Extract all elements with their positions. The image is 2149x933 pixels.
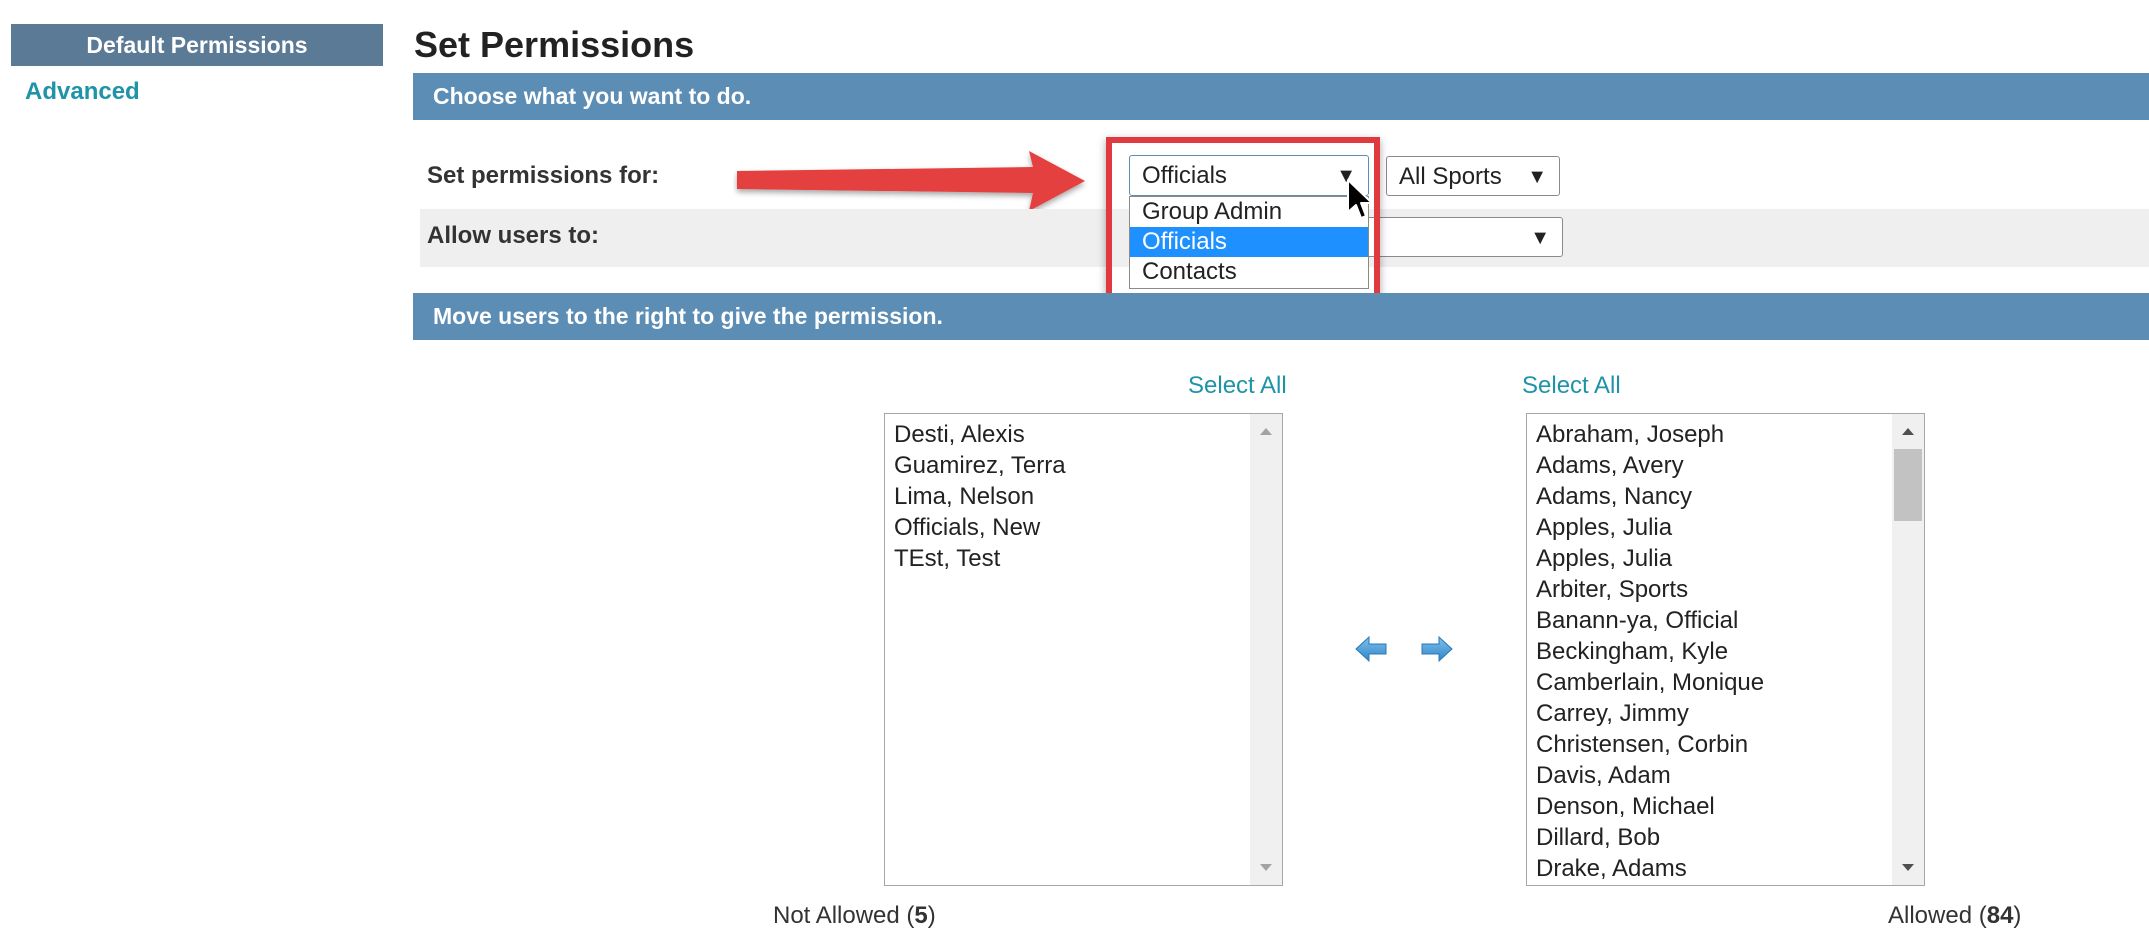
scrollbar-thumb[interactable] [1894,449,1922,521]
not-allowed-listbox[interactable]: Desti, Alexis Guamirez, Terra Lima, Nels… [884,413,1283,886]
permissions-for-select[interactable]: Officials ▼ [1129,155,1369,196]
scroll-down-icon[interactable] [1901,863,1915,873]
allowed-count-label: Allowed (84) [1888,902,2022,929]
scroll-up-icon[interactable] [1259,426,1273,436]
list-item[interactable]: TEst, Test [885,543,1282,574]
list-item[interactable]: Christensen, Corbin [1527,729,1924,760]
list-item[interactable]: Arbiter, Sports [1527,574,1924,605]
list-item[interactable]: Camberlain, Monique [1527,667,1924,698]
list-item[interactable]: Banann-ya, Official [1527,605,1924,636]
list-item[interactable]: Lima, Nelson [885,481,1282,512]
arrow-left-icon[interactable] [1354,634,1388,664]
section-header-choose: Choose what you want to do. [413,73,2149,120]
dropdown-option-group-admin[interactable]: Group Admin [1130,197,1368,227]
scroll-down-icon[interactable] [1259,863,1273,873]
not-allowed-scrollbar[interactable] [1250,414,1282,885]
list-item[interactable]: Adams, Nancy [1527,481,1924,512]
allowed-count: 84 [1986,902,2014,929]
list-item[interactable]: Davis, Adam [1527,760,1924,791]
sidebar-link-advanced[interactable]: Advanced [25,78,140,106]
list-item[interactable]: Beckingham, Kyle [1527,636,1924,667]
chevron-down-icon: ▼ [1527,166,1547,188]
permissions-for-dropdown: Group Admin Officials Contacts [1129,196,1369,289]
list-item[interactable]: Officials, New [885,512,1282,543]
sport-select[interactable]: All Sports ▼ [1386,156,1560,196]
section-header-move-users: Move users to the right to give the perm… [413,293,2149,340]
not-allowed-count-label: Not Allowed (5) [773,902,936,929]
annotation-arrow [737,151,1085,211]
permissions-for-value: Officials [1142,162,1227,189]
list-item[interactable]: Dillard, Bob [1527,822,1924,853]
list-item[interactable]: Guamirez, Terra [885,450,1282,481]
list-item[interactable]: Drake, Adams [1527,853,1924,884]
mouse-cursor-icon [1347,179,1373,219]
allow-users-label: Allow users to: [427,222,600,249]
chevron-down-icon: ▼ [1530,227,1550,249]
list-item[interactable]: Apples, Julia [1527,543,1924,574]
sport-select-value: All Sports [1399,163,1502,190]
select-all-allowed-link[interactable]: Select All [1522,372,1621,400]
list-item[interactable]: Apples, Julia [1527,512,1924,543]
arrow-right-icon[interactable] [1420,634,1454,664]
allowed-listbox[interactable]: Abraham, Joseph Adams, Avery Adams, Nanc… [1526,413,1925,886]
sidebar-header[interactable]: Default Permissions [11,24,383,66]
allowed-scrollbar[interactable] [1892,414,1924,885]
select-all-not-allowed-link[interactable]: Select All [1188,372,1287,400]
list-item[interactable]: Abraham, Joseph [1527,419,1924,450]
dropdown-option-officials[interactable]: Officials [1130,227,1368,257]
set-permissions-label: Set permissions for: [427,162,660,189]
list-item[interactable]: Denson, Michael [1527,791,1924,822]
list-item[interactable]: Adams, Avery [1527,450,1924,481]
not-allowed-count: 5 [914,902,928,929]
scroll-up-icon[interactable] [1901,426,1915,436]
page-title: Set Permissions [414,24,695,65]
dropdown-option-contacts[interactable]: Contacts [1130,257,1368,287]
list-item[interactable]: Desti, Alexis [885,419,1282,450]
list-item[interactable]: Carrey, Jimmy [1527,698,1924,729]
allow-users-select[interactable]: ▼ [1355,217,1563,257]
